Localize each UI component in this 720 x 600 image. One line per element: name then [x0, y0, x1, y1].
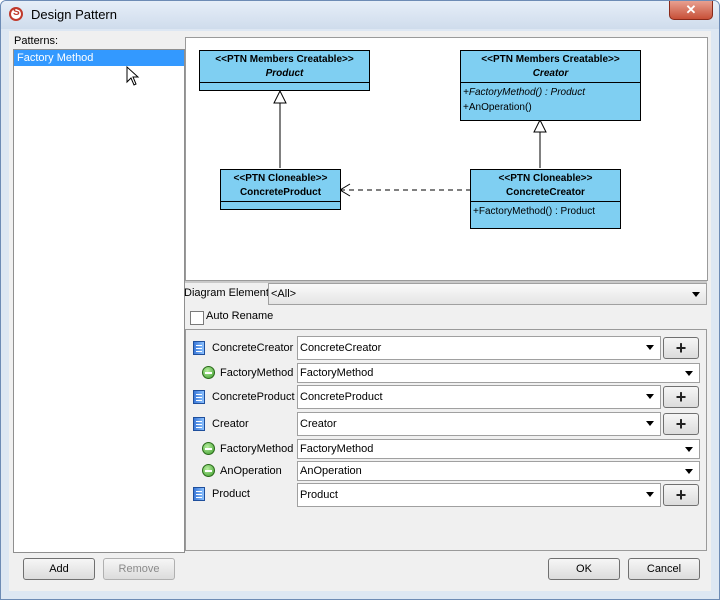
class-operation: +FactoryMethod() : Product — [473, 206, 595, 217]
param-value: ConcreteProduct — [300, 391, 383, 403]
class-stereotype: <<PTN Members Creatable>> — [481, 54, 620, 65]
class-name: ConcreteCreator — [506, 187, 585, 198]
diagram-element-label: Diagram Element — [184, 287, 269, 299]
chevron-down-icon — [646, 421, 654, 426]
class-stereotype: <<PTN Cloneable>> — [498, 173, 593, 184]
param-label: ConcreteProduct — [212, 391, 295, 403]
class-icon — [193, 487, 205, 501]
title-bar: Design Pattern ✕ — [1, 1, 719, 29]
add-parameter-button[interactable]: + — [663, 386, 699, 408]
class-creator[interactable]: <<PTN Members Creatable>> Creator +Facto… — [460, 50, 641, 121]
param-select[interactable]: ConcreteProduct — [297, 385, 661, 409]
patterns-label: Patterns: — [14, 35, 59, 47]
param-label: ConcreteCreator — [212, 342, 294, 354]
close-button[interactable]: ✕ — [669, 1, 713, 20]
add-parameter-button[interactable]: + — [663, 337, 699, 359]
param-select[interactable]: ConcreteCreator — [297, 336, 661, 360]
design-pattern-dialog: Design Pattern ✕ Patterns: Factory Metho… — [0, 0, 720, 600]
param-value: ConcreteCreator — [300, 342, 382, 354]
chevron-down-icon — [685, 371, 693, 376]
param-select[interactable]: FactoryMethod — [297, 363, 700, 383]
add-parameter-button[interactable]: + — [663, 484, 699, 506]
remove-button[interactable]: Remove — [103, 558, 175, 580]
class-attributes-section — [221, 202, 340, 208]
param-select[interactable]: FactoryMethod — [297, 439, 700, 459]
param-select[interactable]: Creator — [297, 412, 661, 436]
pattern-item-factory-method[interactable]: Factory Method — [14, 50, 184, 66]
dialog-content: Patterns: Factory Method <<PTN Members C… — [9, 31, 711, 591]
app-logo-icon — [9, 7, 23, 21]
chevron-down-icon — [685, 469, 693, 474]
chevron-down-icon — [646, 394, 654, 399]
param-label: Creator — [212, 418, 249, 430]
ok-button[interactable]: OK — [548, 558, 620, 580]
auto-rename-label: Auto Rename — [206, 310, 274, 322]
chevron-down-icon — [646, 345, 654, 350]
class-operation: +AnOperation() — [463, 102, 532, 113]
add-button[interactable]: Add — [23, 558, 95, 580]
diagram-element-value: <All> — [271, 288, 297, 300]
class-concrete-creator[interactable]: <<PTN Cloneable>> ConcreteCreator +Facto… — [470, 169, 621, 229]
mouse-cursor-icon — [126, 66, 140, 86]
param-label: AnOperation — [220, 465, 282, 477]
patterns-list[interactable]: Factory Method — [13, 49, 185, 553]
param-value: FactoryMethod — [300, 443, 374, 455]
auto-rename-checkbox[interactable] — [190, 311, 204, 325]
param-value: Product — [300, 489, 338, 501]
class-operation: +FactoryMethod() : Product — [463, 87, 585, 98]
param-value: Creator — [300, 418, 337, 430]
param-select[interactable]: AnOperation — [297, 461, 700, 481]
class-name: Creator — [532, 68, 569, 79]
class-concrete-product[interactable]: <<PTN Cloneable>> ConcreteProduct — [220, 169, 341, 210]
operation-icon — [202, 366, 215, 379]
operation-icon — [202, 442, 215, 455]
chevron-down-icon — [685, 447, 693, 452]
class-icon — [193, 390, 205, 404]
generalization-arrow-product-icon — [273, 89, 287, 104]
chevron-down-icon — [646, 492, 654, 497]
param-select[interactable]: Product — [297, 483, 661, 507]
class-attributes-section — [200, 83, 369, 89]
param-label: Product — [212, 488, 250, 500]
class-name: ConcreteProduct — [239, 187, 322, 198]
class-stereotype: <<PTN Cloneable>> — [233, 173, 328, 184]
window-title: Design Pattern — [31, 7, 117, 22]
generalization-arrow-creator-icon — [533, 118, 547, 133]
class-product[interactable]: <<PTN Members Creatable>> Product — [199, 50, 370, 91]
param-label: FactoryMethod — [220, 443, 294, 455]
diagram-element-select[interactable]: <All> — [268, 283, 707, 305]
class-name: Product — [265, 68, 304, 79]
param-value: AnOperation — [300, 465, 362, 477]
chevron-down-icon — [692, 292, 700, 297]
param-label: FactoryMethod — [220, 367, 294, 379]
parameters-panel: ConcreteCreator ConcreteCreator + Factor… — [185, 329, 707, 551]
class-stereotype: <<PTN Members Creatable>> — [215, 54, 354, 65]
cancel-button[interactable]: Cancel — [628, 558, 700, 580]
class-icon — [193, 341, 205, 355]
param-value: FactoryMethod — [300, 367, 374, 379]
operation-icon — [202, 464, 215, 477]
pattern-diagram[interactable]: <<PTN Members Creatable>> Product <<PTN … — [185, 37, 708, 281]
class-icon — [193, 417, 205, 431]
add-parameter-button[interactable]: + — [663, 413, 699, 435]
